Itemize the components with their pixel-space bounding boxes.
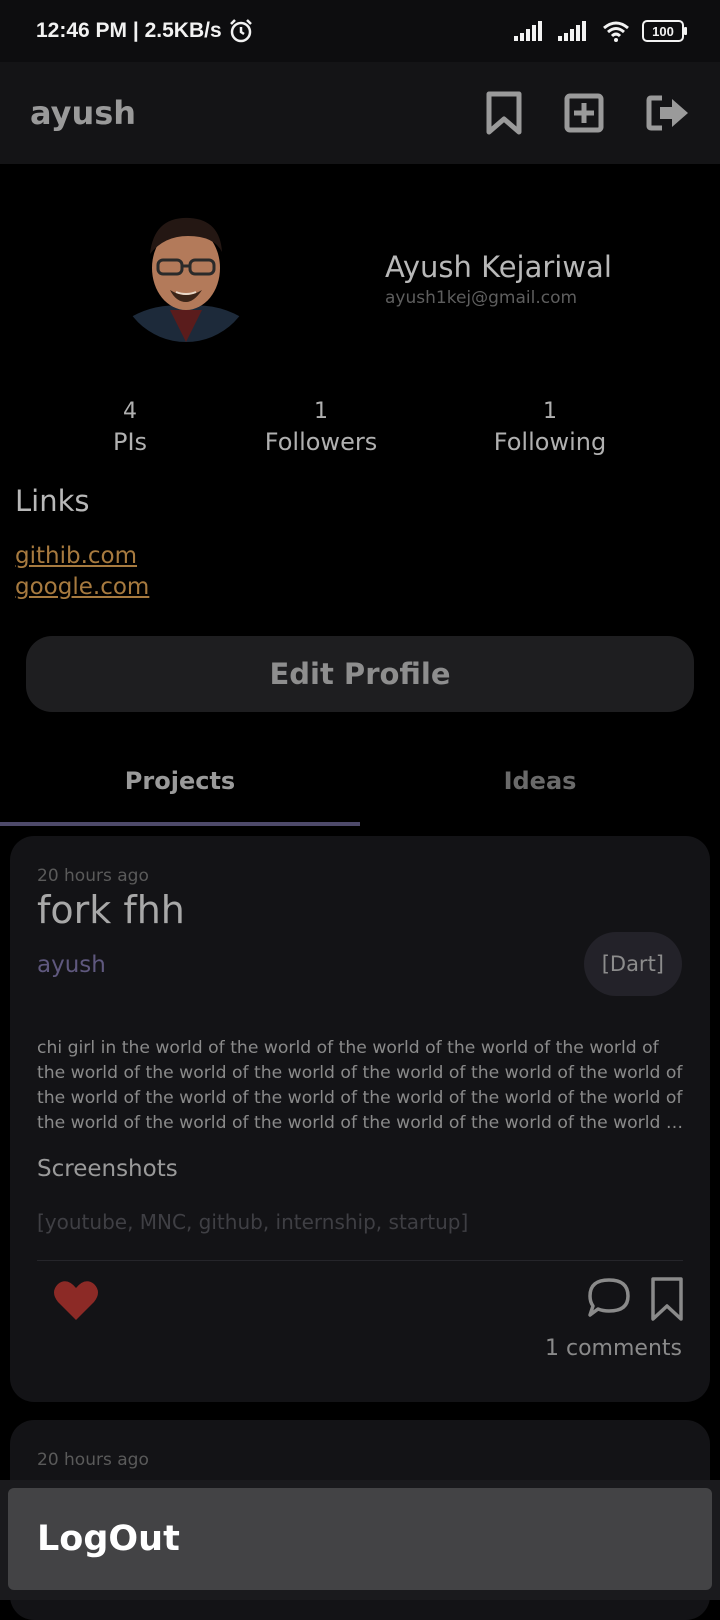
stat-label: Following bbox=[493, 428, 607, 456]
profile-name: Ayush Kejariwal bbox=[385, 250, 612, 284]
screenshots-heading: Screenshots bbox=[37, 1156, 178, 1182]
tab-indicator bbox=[0, 822, 360, 826]
logout-icon[interactable] bbox=[646, 95, 690, 131]
stat-label: PIs bbox=[112, 428, 148, 456]
project-title: fork fhh bbox=[37, 888, 185, 932]
language-chip: [Dart] bbox=[583, 932, 682, 996]
project-tags: [youtube, MNC, github, internship, start… bbox=[37, 1210, 469, 1234]
comments-count[interactable]: 1 comments bbox=[545, 1336, 682, 1361]
wifi-icon bbox=[603, 21, 629, 42]
snackbar-message: LogOut bbox=[37, 1519, 180, 1559]
signal-icon bbox=[514, 21, 542, 41]
post-time: 20 hours ago bbox=[37, 1450, 149, 1470]
comment-icon[interactable] bbox=[586, 1276, 632, 1320]
profile-stats: 4 PIs 1 Followers 1 Following bbox=[0, 398, 720, 460]
links-heading: Links bbox=[15, 484, 90, 518]
profile-link[interactable]: githib.com bbox=[15, 543, 137, 569]
project-card[interactable]: 20 hours ago fork fhh ayush [Dart] chi g… bbox=[10, 836, 710, 1402]
status-bar: 12:46 PM | 2.5KB/s 100 bbox=[0, 0, 720, 62]
heart-icon[interactable] bbox=[52, 1278, 100, 1322]
add-box-icon[interactable] bbox=[564, 93, 604, 133]
tab-projects[interactable]: Projects bbox=[0, 740, 360, 822]
app-bar-title: ayush bbox=[30, 94, 137, 132]
status-time: 12:46 PM | 2.5KB/s bbox=[36, 19, 222, 42]
alarm-icon bbox=[229, 19, 252, 43]
edit-profile-button[interactable]: Edit Profile bbox=[26, 636, 694, 712]
stat-value: 1 bbox=[543, 399, 557, 424]
stat-value: 4 bbox=[123, 399, 137, 424]
stat-followers[interactable]: 1 Followers bbox=[244, 398, 398, 458]
stat-following[interactable]: 1 Following bbox=[470, 398, 630, 458]
stat-label: Followers bbox=[264, 428, 378, 456]
bookmark-icon[interactable] bbox=[486, 91, 522, 135]
battery-icon: 100 bbox=[642, 20, 687, 42]
avatar-image bbox=[118, 206, 254, 342]
logout-snackbar: LogOut bbox=[8, 1488, 712, 1590]
post-time: 20 hours ago bbox=[37, 866, 149, 886]
profile-header: Ayush Kejariwal ayush1kej@gmail.com bbox=[0, 164, 720, 394]
bookmark-icon[interactable] bbox=[650, 1276, 684, 1322]
stat-pis[interactable]: 4 PIs bbox=[68, 398, 192, 458]
content-tabs: Projects Ideas bbox=[0, 740, 720, 826]
divider bbox=[37, 1260, 683, 1261]
app-bar: ayush bbox=[0, 62, 720, 164]
tab-ideas[interactable]: Ideas bbox=[360, 740, 720, 822]
profile-link[interactable]: google.com bbox=[15, 574, 149, 600]
stat-value: 1 bbox=[314, 399, 328, 424]
project-author[interactable]: ayush bbox=[37, 952, 106, 978]
battery-level: 100 bbox=[652, 23, 674, 39]
profile-email: ayush1kej@gmail.com bbox=[385, 288, 578, 308]
avatar[interactable] bbox=[118, 206, 254, 342]
signal-icon-2 bbox=[558, 21, 586, 41]
project-description: chi girl in the world of the world of th… bbox=[37, 1038, 683, 1133]
